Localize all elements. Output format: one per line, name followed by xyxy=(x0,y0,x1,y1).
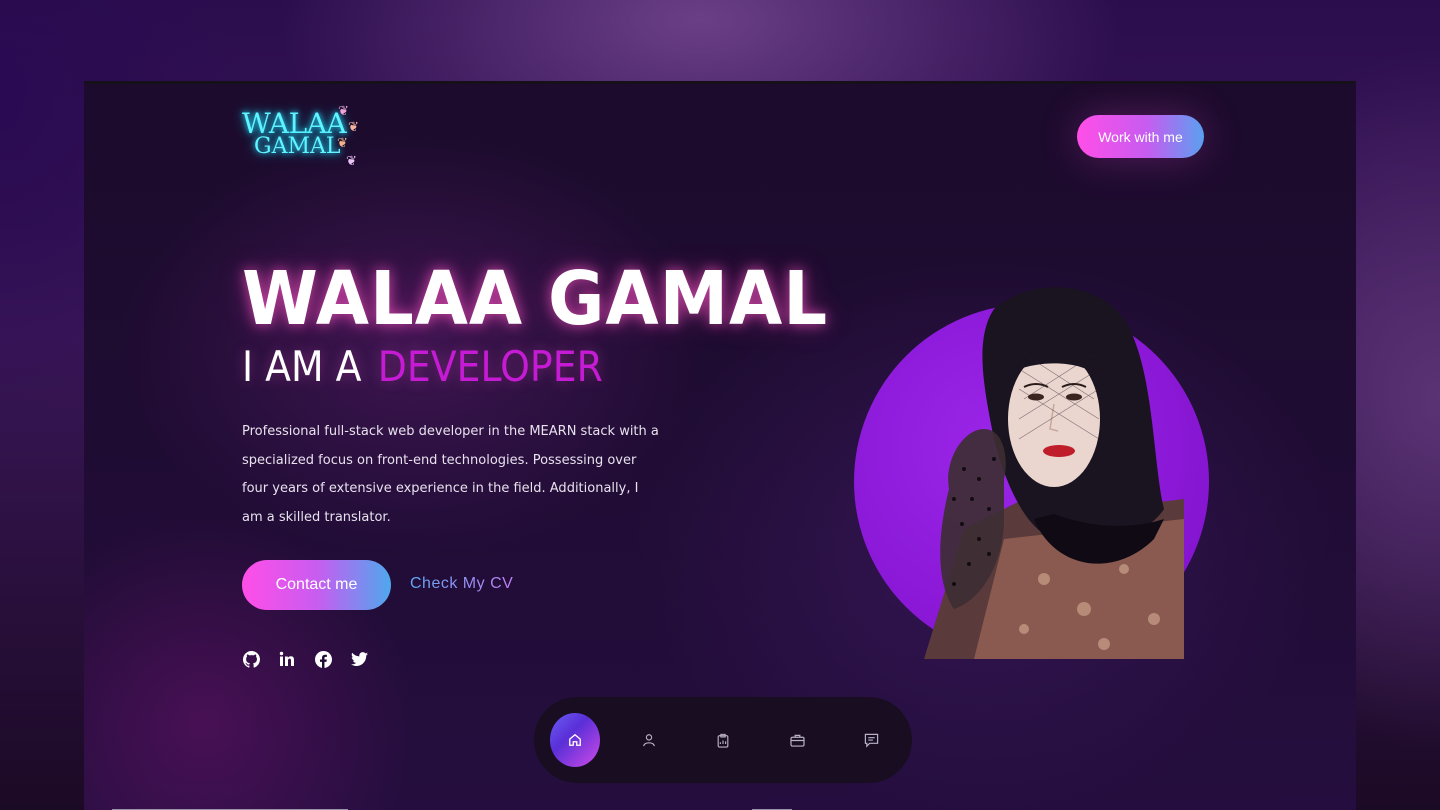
nav-home[interactable] xyxy=(550,713,600,767)
butterfly-icon: ❦ xyxy=(338,104,349,119)
clipboard-icon xyxy=(717,733,729,748)
work-with-me-button[interactable]: Work with me xyxy=(1077,115,1204,158)
nav-about[interactable] xyxy=(624,713,674,767)
hero-name: WALAA GAMAL xyxy=(242,256,829,342)
contact-me-button[interactable]: Contact me xyxy=(242,560,391,610)
hero-role: I AM A DEVELOPER xyxy=(242,342,603,391)
hero-description: Professional full-stack web developer in… xyxy=(242,424,659,525)
check-cv-link[interactable]: Check My CV xyxy=(410,575,513,593)
message-icon xyxy=(864,733,878,748)
nav-portfolio[interactable] xyxy=(772,713,822,767)
facebook-icon[interactable] xyxy=(314,650,332,668)
briefcase-icon xyxy=(789,734,805,747)
role-prefix: I AM A xyxy=(242,342,362,391)
logo[interactable]: WALAA GAMAL ❦ ❦ ❦ ❦ xyxy=(242,104,372,174)
portrait-photo xyxy=(924,287,1184,659)
logo-line-2: GAMAL xyxy=(254,134,341,159)
user-icon xyxy=(643,734,655,747)
butterfly-icon: ❦ xyxy=(348,120,359,135)
nav-contact[interactable] xyxy=(846,713,896,767)
twitter-icon[interactable] xyxy=(350,650,368,668)
profile-portrait xyxy=(854,279,1214,659)
linkedin-icon[interactable] xyxy=(278,650,296,668)
butterfly-icon: ❦ xyxy=(346,154,357,169)
butterfly-icon: ❦ xyxy=(337,136,348,151)
github-icon[interactable] xyxy=(242,650,260,668)
bottom-nav xyxy=(534,697,912,783)
page-frame: WALAA GAMAL ❦ ❦ ❦ ❦ Work with me WALAA G… xyxy=(84,81,1356,810)
home-icon xyxy=(569,733,581,746)
social-links xyxy=(242,650,368,668)
nav-experience[interactable] xyxy=(698,713,748,767)
role-accent: DEVELOPER xyxy=(377,342,603,391)
